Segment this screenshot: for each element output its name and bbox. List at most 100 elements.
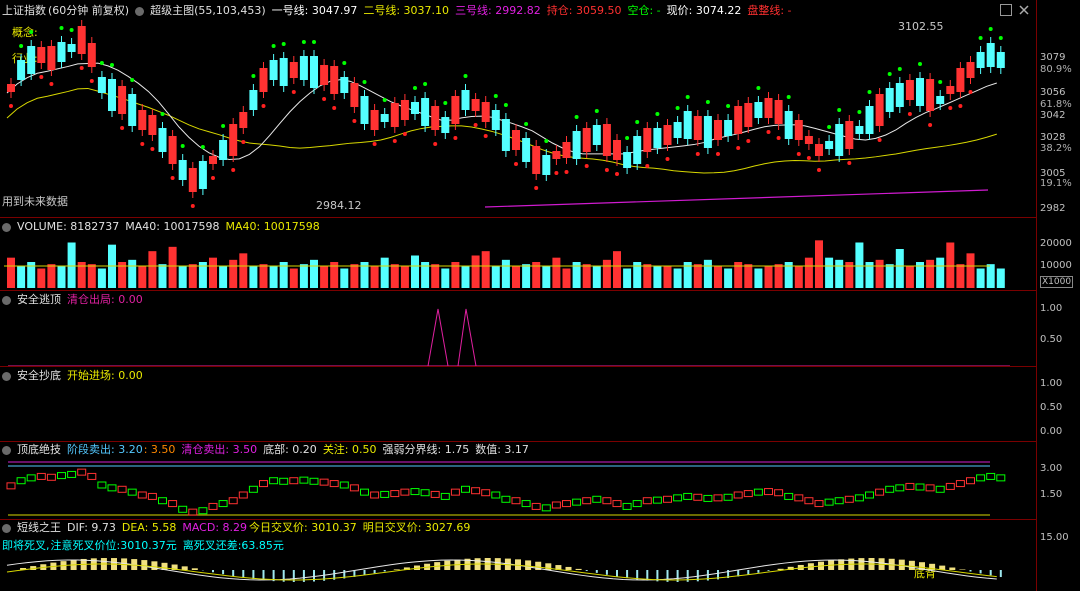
volume-bar [986, 264, 995, 288]
candle-body [390, 103, 399, 127]
candle-body [512, 130, 520, 150]
trail-dot [423, 82, 428, 86]
bottom-value: 开始进场: 0.00 [67, 369, 143, 382]
candle-body [916, 78, 924, 106]
trail-dot [594, 109, 599, 113]
trail-dot [746, 139, 751, 143]
kline-box [46, 473, 56, 481]
volume-bar [299, 264, 308, 288]
kline-box [279, 477, 289, 485]
axis-label: 80.9% [1040, 64, 1072, 75]
volume-bar [714, 266, 722, 288]
kline-box [935, 485, 945, 493]
trail-dot [89, 79, 94, 83]
volume-bar [259, 264, 268, 288]
volume-bar [239, 253, 248, 288]
macd-bar [989, 570, 992, 576]
kline-box [380, 490, 390, 498]
volume-bar [350, 264, 359, 288]
kline-box [87, 472, 97, 480]
volume-bar [67, 242, 76, 288]
kline-box [673, 494, 683, 502]
volume-bar [138, 266, 147, 288]
kline-box [67, 470, 77, 478]
trail-dot [59, 26, 64, 30]
volume-bar [936, 257, 945, 288]
candle-body [744, 103, 753, 127]
macd-bar [595, 570, 598, 573]
candlestick-chart [6, 20, 1005, 208]
volume-unit: X1000 [1040, 276, 1074, 288]
kline-box [410, 488, 420, 496]
candle-body [471, 99, 480, 111]
trail-dot [574, 115, 579, 119]
trail-dot [705, 100, 710, 104]
candle-body [936, 96, 945, 104]
trail-dot [9, 104, 13, 108]
kline-box [703, 494, 713, 502]
kline-box [491, 491, 501, 499]
kline-box [57, 472, 66, 480]
trail-dot [392, 139, 397, 143]
volume-bar [825, 257, 834, 288]
macd-bar [242, 570, 245, 578]
kline-box [430, 490, 440, 498]
trail-dot [200, 145, 205, 149]
candle-body [774, 100, 783, 124]
candle-body [299, 56, 308, 80]
volume-panel: VOLUME: 8182737 MA40: 10017598 MA40: 10017… [0, 218, 1080, 290]
kline-box [309, 477, 319, 485]
candle-body [552, 151, 561, 159]
volume-bar [411, 255, 419, 288]
candle-body [683, 111, 692, 139]
kline-box [824, 498, 834, 506]
candle-body [956, 68, 965, 92]
trail-dot [675, 106, 680, 110]
escape-axis: 1.00 0.50 [1040, 291, 1080, 366]
trail-dot [29, 30, 34, 34]
candle-body [97, 77, 106, 93]
kline-box [663, 495, 672, 503]
macd-bar [545, 563, 552, 570]
candle-body [340, 77, 349, 93]
volume-bar [804, 257, 813, 288]
volume-bar [643, 264, 652, 288]
kline-box [6, 482, 16, 490]
trail-dot [352, 119, 357, 123]
trail-dot [786, 95, 791, 99]
candle-body [239, 112, 248, 128]
macd-bar [585, 570, 588, 571]
axis-label: 2982 [1040, 203, 1066, 214]
trail-dot [362, 80, 367, 84]
trail-dot [847, 161, 852, 165]
trail-dot [69, 28, 74, 32]
kline-box [885, 485, 895, 493]
kline-box [188, 508, 198, 516]
volume-bar [178, 266, 187, 288]
candle-body [764, 98, 773, 118]
candle-body [592, 125, 601, 145]
candle-body [421, 98, 430, 126]
price-axis: 3079 80.9% 3056 61.8% 3042 3028 38.2% 30… [1040, 0, 1080, 217]
candle-body [501, 119, 510, 151]
trail-dot [453, 136, 458, 140]
kline-box [753, 488, 763, 496]
kline-box [925, 484, 935, 492]
volume-bar [310, 259, 318, 288]
trail-dot [382, 98, 387, 102]
volume-chart [4, 240, 1005, 288]
macd-bar [979, 570, 982, 574]
candle-body [178, 160, 187, 180]
kline-box [289, 477, 299, 485]
volume-bar [875, 259, 884, 288]
volume-bar [481, 251, 490, 288]
trail-dot [907, 112, 912, 116]
candle-body [279, 58, 288, 86]
trail-dot [281, 42, 286, 46]
axis-label: 3042 [1040, 110, 1066, 121]
bottom-dropdown-icon[interactable] [2, 371, 11, 381]
trail-dot [251, 74, 256, 78]
volume-bar [794, 266, 803, 288]
candle-body [663, 125, 672, 145]
candle-body [148, 115, 157, 135]
